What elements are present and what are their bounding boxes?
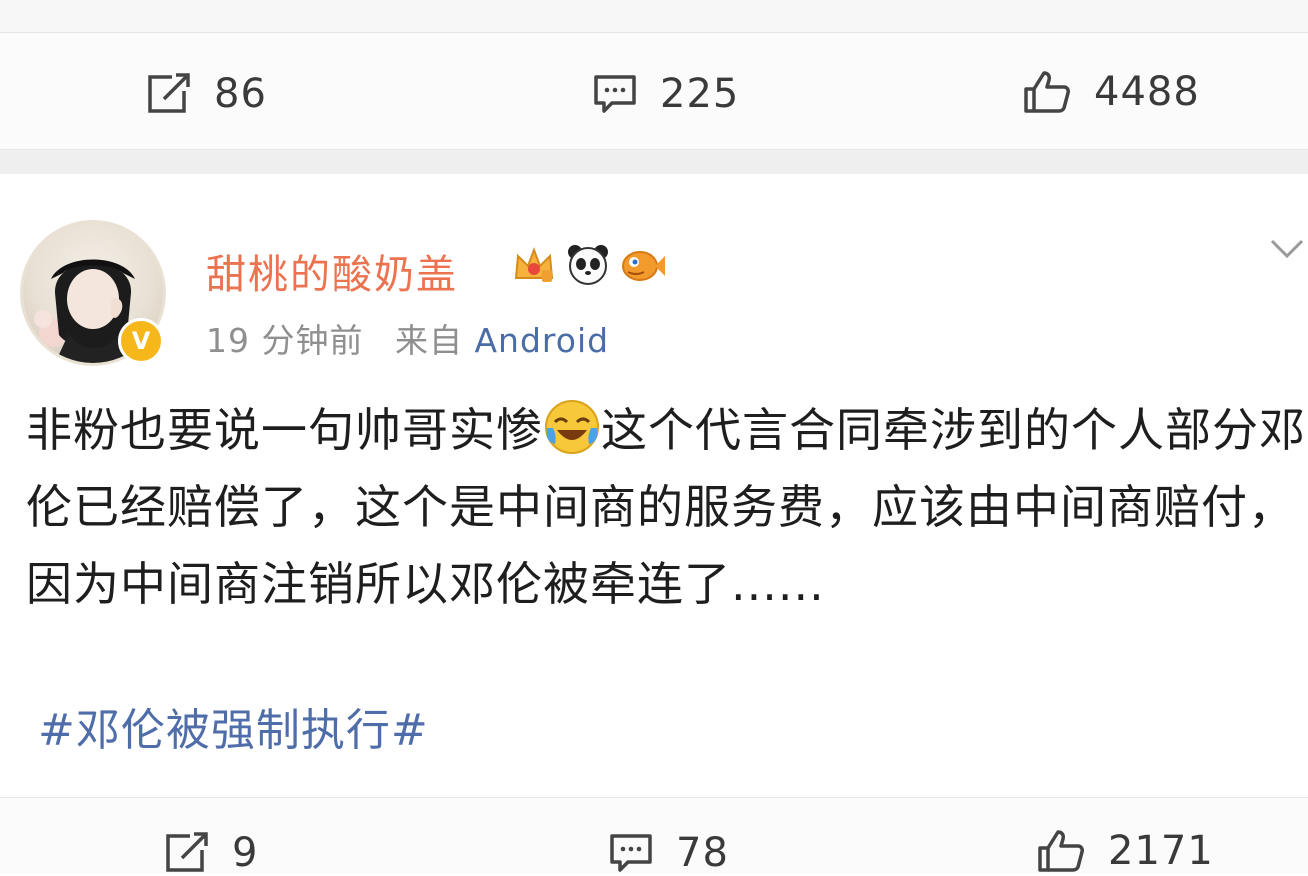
avatar[interactable]: V bbox=[20, 220, 166, 366]
comment-count: 225 bbox=[660, 71, 740, 117]
repost-icon bbox=[148, 73, 190, 113]
repost-button[interactable]: 86 bbox=[146, 71, 267, 117]
like-count: 2171 bbox=[1108, 828, 1214, 874]
fish-badge-icon[interactable] bbox=[618, 240, 666, 288]
verified-badge: V bbox=[118, 318, 164, 364]
panda-badge-icon[interactable] bbox=[564, 240, 612, 288]
username[interactable]: 甜桃的酸奶盖 bbox=[206, 242, 458, 300]
thumbs-up-icon bbox=[1038, 830, 1084, 872]
repost-count: 9 bbox=[232, 830, 259, 876]
post-text-part1: 非粉也要说一句帅哥实惨 bbox=[26, 403, 543, 457]
like-button[interactable]: 2171 bbox=[1036, 828, 1214, 874]
hashtag-link[interactable]: #邓伦被强制执行# bbox=[38, 694, 429, 758]
post-action-bar: 9 78 2171 bbox=[0, 797, 1308, 876]
post-source-link[interactable]: Android bbox=[474, 321, 609, 360]
previous-post-action-bar: 86 225 4488 bbox=[0, 33, 1308, 150]
comment-button[interactable]: 225 bbox=[592, 71, 739, 117]
chevron-down-icon[interactable] bbox=[1270, 238, 1304, 260]
comment-count: 78 bbox=[676, 830, 729, 876]
comment-button[interactable]: 78 bbox=[608, 830, 729, 876]
post-time: 19 分钟前 bbox=[206, 321, 364, 360]
previous-post-edge bbox=[0, 0, 1308, 33]
like-count: 4488 bbox=[1094, 69, 1200, 115]
comment-icon bbox=[610, 834, 652, 872]
card-separator bbox=[0, 150, 1308, 174]
crown-badge-icon[interactable] bbox=[510, 240, 558, 288]
thumbs-up-icon bbox=[1024, 71, 1070, 113]
post-meta: 19 分钟前 来自 Android bbox=[206, 314, 609, 362]
like-button[interactable]: 4488 bbox=[1022, 69, 1200, 115]
repost-icon bbox=[166, 832, 208, 872]
post-card: V 甜桃的酸奶盖 19 分钟前 来自 Android 非粉也要说一句帅哥实惨 这… bbox=[0, 174, 1308, 796]
source-label: 来自 bbox=[394, 321, 463, 360]
repost-count: 86 bbox=[214, 71, 267, 117]
laugh-cry-emoji-icon bbox=[545, 400, 599, 454]
comment-icon bbox=[594, 75, 636, 113]
user-badges bbox=[510, 240, 666, 288]
post-text: 非粉也要说一句帅哥实惨 这个代言合同牵涉到的个人部分邓伦已经赔偿了，这个是中间商… bbox=[26, 392, 1306, 623]
repost-button[interactable]: 9 bbox=[164, 830, 258, 876]
